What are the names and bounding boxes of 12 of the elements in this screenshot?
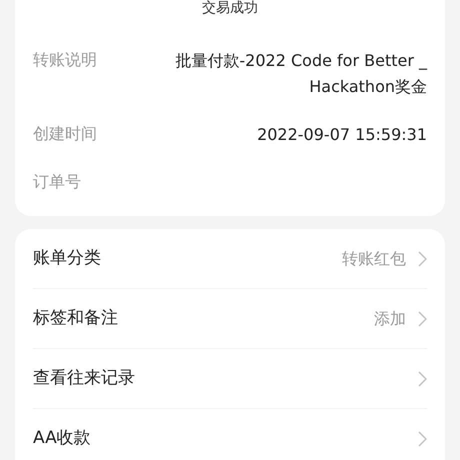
menu-item[interactable]: 查看往来记录 xyxy=(33,349,427,409)
menu-value: 转账红包 xyxy=(342,248,406,270)
detail-label: 转账说明 xyxy=(33,49,97,71)
detail-label: 创建时间 xyxy=(33,123,97,145)
detail-value: 2022-09-07 15:59:31 xyxy=(257,124,427,146)
menu-value: 添加 xyxy=(374,308,406,330)
detail-label: 订单号 xyxy=(33,171,81,193)
detail-value: 批量付款-2022 Code for Better _ Hackathon奖金 xyxy=(174,50,427,98)
menu-item[interactable]: 账单分类 转账红包 xyxy=(33,229,427,289)
status-text: 交易成功 xyxy=(202,0,258,16)
menu-item[interactable]: AA收款 xyxy=(33,409,427,460)
menu-item[interactable]: 标签和备注 添加 xyxy=(33,289,427,349)
